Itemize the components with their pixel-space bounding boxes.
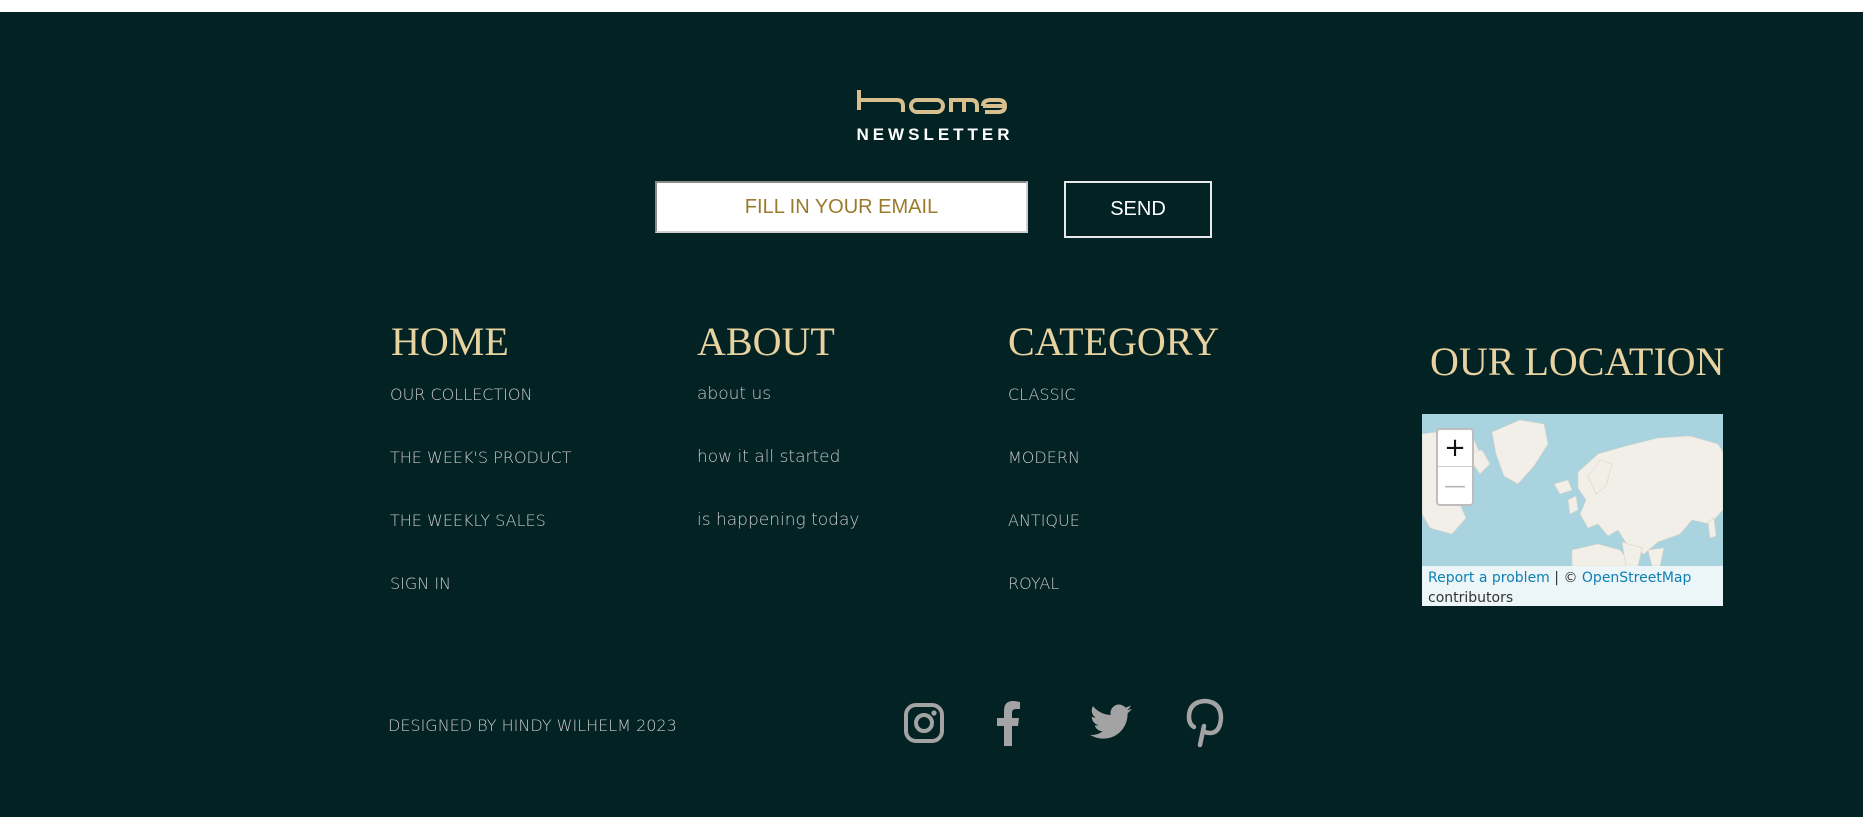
link-about-us[interactable]: about us xyxy=(697,384,771,404)
pinterest-icon[interactable] xyxy=(1186,698,1224,748)
location-map[interactable]: + — Report a problem | © OpenStreetMap c… xyxy=(1422,414,1723,606)
attribution-separator: | © xyxy=(1549,570,1582,586)
link-weekly-sales[interactable]: THE WEEKLY SALES xyxy=(390,511,546,530)
link-antique[interactable]: ANTIQUE xyxy=(1008,511,1080,530)
newsletter-title: NEWSLETTER xyxy=(856,125,1014,144)
report-problem-link[interactable]: Report a problem xyxy=(1428,570,1550,586)
designer-credit: DESIGNED BY HINDY WILHELM 2023 xyxy=(388,716,677,735)
attribution-contributors: contributors xyxy=(1428,590,1514,606)
link-modern[interactable]: MODERN xyxy=(1008,448,1080,467)
home-logo[interactable] xyxy=(857,88,1009,128)
zoom-out-button[interactable]: — xyxy=(1438,468,1472,505)
zoom-in-button[interactable]: + xyxy=(1438,430,1472,467)
twitter-icon[interactable] xyxy=(1090,704,1132,740)
map-attribution: Report a problem | © OpenStreetMap contr… xyxy=(1422,566,1723,606)
openstreetmap-link[interactable]: OpenStreetMap xyxy=(1582,570,1691,586)
link-royal[interactable]: ROYAL xyxy=(1008,574,1059,593)
link-weeks-product[interactable]: THE WEEK'S PRODUCT xyxy=(390,448,572,467)
link-classic[interactable]: CLASSIC xyxy=(1008,385,1076,404)
instagram-icon[interactable] xyxy=(903,702,945,744)
link-happening-today[interactable]: is happening today xyxy=(697,510,859,530)
map-zoom-control: + — xyxy=(1436,428,1474,506)
email-field[interactable] xyxy=(655,181,1028,233)
home-heading: HOME xyxy=(391,319,509,364)
link-our-collection[interactable]: OUR COLLECTION xyxy=(390,385,532,404)
facebook-icon[interactable] xyxy=(995,700,1021,746)
link-sign-in[interactable]: SIGN IN xyxy=(390,574,451,593)
location-heading: OUR LOCATION xyxy=(1430,339,1725,384)
site-footer: NEWSLETTER SEND HOME OUR COLLECTION THE … xyxy=(0,12,1863,817)
about-heading: ABOUT xyxy=(697,319,835,364)
send-button[interactable]: SEND xyxy=(1064,181,1212,238)
category-heading: CATEGORY xyxy=(1008,319,1220,364)
link-how-it-started[interactable]: how it all started xyxy=(697,447,840,467)
